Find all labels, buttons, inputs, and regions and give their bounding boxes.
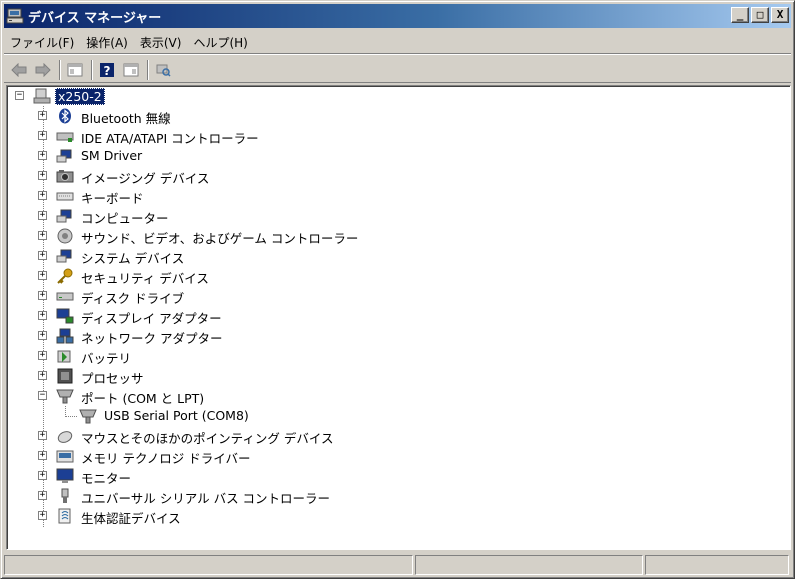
speaker-icon <box>56 228 74 244</box>
menu-bar: ファイル(F) 操作(A) 表示(V) ヘルプ(H) <box>4 32 791 54</box>
expand-button[interactable]: + <box>38 511 47 520</box>
sm-driver-icon <box>56 148 74 164</box>
device-tree[interactable]: − x250-2 + Bluetooth 無線 + IDE ATA/ATAPI … <box>6 85 791 550</box>
expand-button[interactable]: + <box>38 191 47 200</box>
svg-text:?: ? <box>104 64 111 78</box>
tree-root-label: x250-2 <box>55 88 105 105</box>
port-icon <box>79 408 97 424</box>
ide-controller-icon <box>56 128 74 144</box>
expand-button[interactable]: + <box>38 431 47 440</box>
expand-button[interactable]: + <box>38 131 47 140</box>
menu-view[interactable]: 表示(V) <box>134 34 188 51</box>
expand-button[interactable]: + <box>38 351 47 360</box>
display-icon <box>56 308 74 324</box>
close-button[interactable]: X <box>771 7 789 23</box>
menu-file[interactable]: ファイル(F) <box>4 34 80 51</box>
tree-item-label: システム デバイス <box>81 251 185 266</box>
menu-help[interactable]: ヘルプ(H) <box>187 34 253 51</box>
maximize-button[interactable]: □ <box>751 7 769 23</box>
expand-button[interactable]: + <box>38 311 47 320</box>
tree-item-label: ディスク ドライブ <box>81 291 185 306</box>
computer-icon <box>56 208 74 224</box>
help-icon[interactable]: ? <box>96 59 118 81</box>
tree-connector-line <box>65 416 77 417</box>
collapse-button[interactable]: − <box>15 91 24 100</box>
tree-item-label: バッテリ <box>81 351 132 366</box>
port-icon <box>56 388 74 404</box>
device-manager-window: デバイス マネージャー _ □ X ファイル(F) 操作(A) 表示(V) ヘル… <box>0 0 795 579</box>
network-icon <box>56 328 74 344</box>
tree-item-label: ディスプレイ アダプター <box>81 311 222 326</box>
tree-item-label: IDE ATA/ATAPI コントローラー <box>81 131 259 146</box>
expand-button[interactable]: + <box>38 451 47 460</box>
expand-button[interactable]: + <box>38 491 47 500</box>
expand-button[interactable]: + <box>38 171 47 180</box>
usb-icon <box>56 488 74 504</box>
tree-item-label: ユニバーサル シリアル バス コントローラー <box>81 491 331 506</box>
menu-action[interactable]: 操作(A) <box>80 34 134 51</box>
tree-item-label: 生体認証デバイス <box>81 511 181 526</box>
collapse-button[interactable]: − <box>38 391 47 400</box>
expand-button[interactable]: + <box>38 331 47 340</box>
memory-icon <box>56 448 74 464</box>
computer-icon <box>33 88 51 104</box>
toolbar-separator <box>147 59 149 80</box>
expand-button[interactable]: + <box>38 371 47 380</box>
tree-item-label: セキュリティ デバイス <box>81 271 209 286</box>
expand-button[interactable]: + <box>38 471 47 480</box>
expand-button[interactable]: + <box>38 151 47 160</box>
tree-item-label: ネットワーク アダプター <box>81 331 223 346</box>
toolbar: ? <box>4 57 791 83</box>
status-panel <box>645 555 789 575</box>
back-icon[interactable] <box>8 59 30 81</box>
bluetooth-icon <box>56 108 74 124</box>
minimize-button[interactable]: _ <box>731 7 749 23</box>
toolbar-separator <box>91 59 93 80</box>
tree-item-label: メモリ テクノロジ ドライバー <box>81 451 251 466</box>
status-panel <box>415 555 643 575</box>
key-icon <box>56 268 74 284</box>
system-icon <box>56 248 74 264</box>
tree-item-label: プロセッサ <box>81 371 144 386</box>
toolbar-separator <box>59 59 61 80</box>
disk-icon <box>56 288 74 304</box>
tree-item-label: イメージング デバイス <box>81 171 210 186</box>
expand-button[interactable]: + <box>38 251 47 260</box>
view-icon[interactable] <box>120 59 142 81</box>
expand-button[interactable]: + <box>38 271 47 280</box>
title-bar[interactable]: デバイス マネージャー _ □ X <box>4 4 791 28</box>
scan-hardware-icon[interactable] <box>152 59 174 81</box>
tree-item-label: モニター <box>81 471 132 486</box>
tree-item-label: サウンド、ビデオ、およびゲーム コントローラー <box>81 231 359 246</box>
camera-icon <box>56 168 74 184</box>
tree-item-label: コンピューター <box>81 211 169 226</box>
tree-item-label: マウスとそのほかのポインティング デバイス <box>81 431 334 446</box>
expand-button[interactable]: + <box>38 111 47 120</box>
monitor-icon <box>56 468 74 484</box>
expand-button[interactable]: + <box>38 231 47 240</box>
mouse-icon <box>56 428 74 444</box>
keyboard-icon <box>56 188 74 204</box>
forward-icon[interactable] <box>32 59 54 81</box>
expand-button[interactable]: + <box>38 211 47 220</box>
tree-item-label: USB Serial Port (COM8) <box>104 408 249 423</box>
tree-item-label: キーボード <box>81 191 144 206</box>
processor-icon <box>56 368 74 384</box>
properties-icon[interactable] <box>64 59 86 81</box>
status-panel <box>4 555 413 575</box>
status-bar <box>4 554 791 576</box>
expand-button[interactable]: + <box>38 291 47 300</box>
window-title: デバイス マネージャー <box>28 10 162 26</box>
tree-item-label: Bluetooth 無線 <box>81 111 171 126</box>
device-manager-icon <box>6 8 24 24</box>
tree-item-label: ポート (COM と LPT) <box>81 391 205 406</box>
biometric-icon <box>56 508 74 524</box>
battery-icon <box>56 348 74 364</box>
tree-item-label: SM Driver <box>81 148 143 163</box>
